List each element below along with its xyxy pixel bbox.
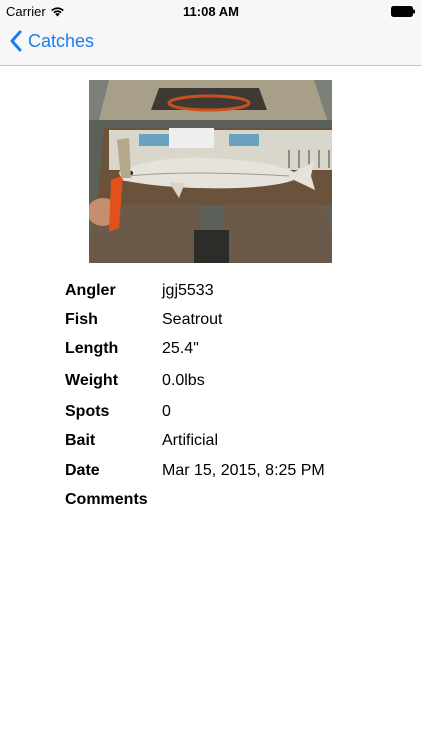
detail-row-length: Length 25.4"	[65, 338, 385, 360]
catch-photo	[89, 80, 332, 263]
fish-photo-icon	[89, 80, 332, 263]
detail-row-weight: Weight 0.0lbs	[65, 370, 385, 392]
detail-row-angler: Angler jgj5533	[65, 280, 385, 302]
detail-value: jgj5533	[162, 282, 214, 299]
back-button-label: Catches	[28, 30, 95, 51]
navigation-bar: Catches	[0, 22, 422, 66]
detail-label: Date	[65, 462, 100, 479]
status-bar: Carrier 11:08 AM	[0, 0, 422, 22]
back-button[interactable]: Catches	[10, 30, 94, 52]
detail-value: Mar 15, 2015, 8:25 PM	[162, 462, 325, 479]
chevron-left-icon	[10, 30, 22, 52]
status-time: 11:08 AM	[183, 4, 239, 19]
detail-label: Bait	[65, 432, 96, 449]
detail-label: Weight	[65, 372, 119, 389]
detail-label: Spots	[65, 403, 110, 420]
detail-value: Seatrout	[162, 311, 223, 328]
detail-label: Angler	[65, 282, 116, 299]
detail-row-bait: Bait Artificial	[65, 430, 385, 452]
detail-row-spots: Spots 0	[65, 401, 385, 423]
battery-icon	[391, 6, 415, 17]
detail-row-comments: Comments	[65, 489, 385, 511]
detail-row-date: Date Mar 15, 2015, 8:25 PM	[65, 460, 385, 482]
detail-value: 25.4"	[162, 340, 199, 357]
detail-value: Artificial	[162, 432, 219, 449]
detail-row-fish: Fish Seatrout	[65, 309, 385, 331]
detail-label: Length	[65, 340, 119, 357]
detail-value: 0.0lbs	[162, 372, 205, 389]
detail-value: 0	[162, 403, 171, 420]
detail-label: Comments	[65, 491, 148, 508]
detail-label: Fish	[65, 311, 98, 328]
